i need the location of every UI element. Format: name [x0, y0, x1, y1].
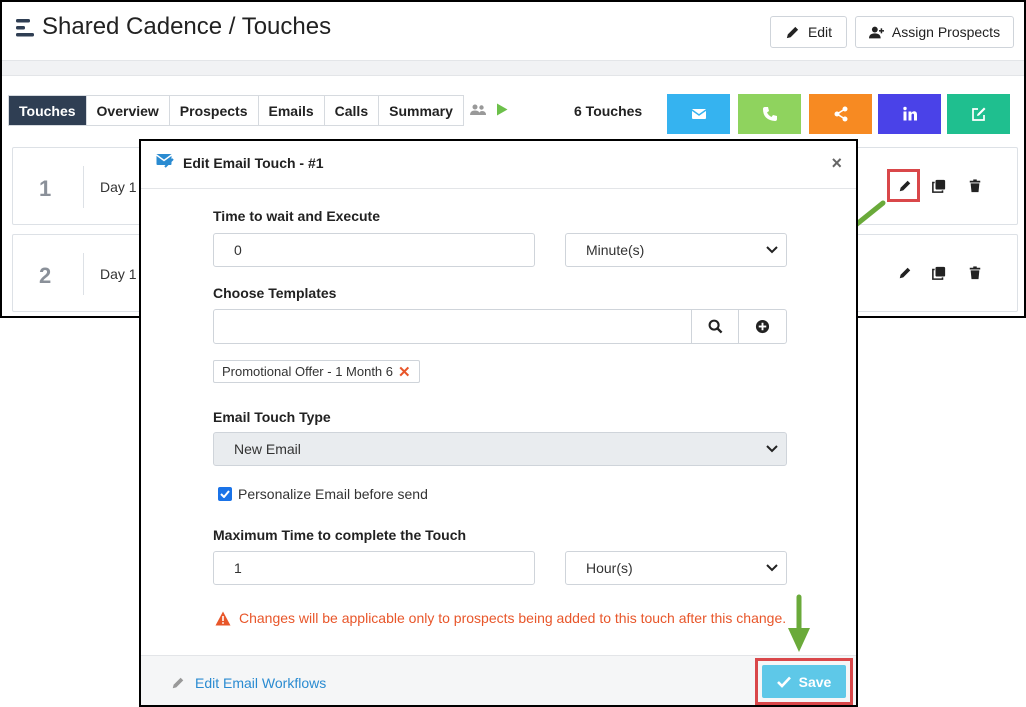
pencil-icon	[172, 677, 184, 689]
plus-circle-icon	[755, 319, 770, 334]
chevron-down-icon	[766, 445, 778, 453]
template-search-group	[213, 309, 787, 344]
assign-prospects-label: Assign Prospects	[891, 24, 1001, 40]
page-title: Shared Cadence / Touches	[42, 13, 332, 40]
max-time-unit-select[interactable]: Hour(s)	[565, 551, 787, 585]
tab-emails[interactable]: Emails	[258, 96, 325, 125]
edit-touch-button[interactable]	[896, 264, 914, 282]
assign-prospects-button[interactable]: Assign Prospects	[855, 16, 1014, 48]
edit-email-touch-modal: Edit Email Touch - #1 × Time to wait and…	[139, 139, 858, 707]
edit-square-icon	[971, 107, 985, 121]
tab-summary[interactable]: Summary	[379, 96, 463, 125]
add-email-touch-button[interactable]	[667, 94, 730, 134]
templates-label: Choose Templates	[213, 285, 337, 301]
touch-type-label: Email Touch Type	[213, 409, 331, 425]
row-divider	[83, 166, 84, 208]
save-highlight-box	[755, 658, 853, 705]
wait-label: Time to wait and Execute	[213, 208, 381, 224]
tab-calls[interactable]: Calls	[324, 96, 380, 125]
email-touch-icon	[156, 154, 174, 168]
header-divider-bar	[2, 60, 1024, 76]
search-icon	[708, 319, 722, 334]
pencil-icon	[786, 26, 799, 38]
tab-icons	[470, 103, 508, 116]
max-time-label: Maximum Time to complete the Touch	[213, 527, 467, 543]
tab-overview[interactable]: Overview	[86, 96, 170, 125]
touch-type-value: New Email	[234, 441, 301, 457]
max-time-unit-value: Hour(s)	[586, 560, 633, 576]
add-user-icon	[868, 26, 884, 38]
cadence-logo-icon	[16, 19, 34, 37]
pencil-icon	[899, 267, 911, 279]
touch-number: 1	[39, 176, 52, 201]
cadence-tabs: Touches Overview Prospects Emails Calls …	[8, 95, 464, 126]
trash-icon	[969, 179, 981, 193]
edit-email-workflows-link[interactable]: Edit Email Workflows	[171, 675, 326, 691]
add-linkedin-touch-button[interactable]	[878, 94, 941, 134]
personalize-checkbox[interactable]	[218, 487, 232, 501]
add-call-touch-button[interactable]	[738, 94, 801, 134]
copy-icon	[932, 179, 946, 193]
modal-header: Edit Email Touch - #1 ×	[141, 141, 856, 189]
add-share-touch-button[interactable]	[809, 94, 872, 134]
touch-day: Day 1	[100, 179, 137, 195]
warning-text: Changes will be applicable only to prosp…	[239, 610, 787, 626]
envelope-icon	[691, 109, 706, 119]
wait-time-input[interactable]: 0	[213, 233, 535, 267]
copy-touch-button[interactable]	[930, 264, 948, 282]
checkmark-icon	[220, 490, 230, 498]
edit-cadence-button[interactable]: Edit	[770, 16, 847, 48]
row-divider	[83, 253, 84, 295]
edit-button-label: Edit	[807, 24, 833, 40]
touch-number: 2	[39, 263, 52, 288]
linkedin-icon	[902, 106, 917, 121]
remove-template-icon[interactable]: ✕	[398, 363, 411, 381]
share-icon	[834, 106, 847, 122]
play-icon[interactable]	[496, 103, 508, 116]
modal-title: Edit Email Touch - #1	[183, 155, 324, 171]
phone-icon	[762, 107, 777, 121]
max-time-input[interactable]: 1	[213, 551, 535, 585]
delete-touch-button[interactable]	[966, 264, 984, 282]
copy-touch-button[interactable]	[930, 177, 948, 195]
selected-template-chip: Promotional Offer - 1 Month 6 ✕	[213, 360, 420, 383]
top-bar: Shared Cadence / Touches Edit Assign Pro…	[2, 2, 1024, 60]
users-icon[interactable]	[470, 104, 486, 116]
close-icon[interactable]: ×	[831, 153, 842, 174]
selected-template-name: Promotional Offer - 1 Month 6	[222, 364, 394, 379]
workflows-link-label: Edit Email Workflows	[195, 675, 327, 691]
delete-touch-button[interactable]	[966, 177, 984, 195]
wait-unit-value: Minute(s)	[586, 242, 645, 258]
edit-highlight-box	[887, 169, 920, 202]
touch-day: Day 1	[100, 266, 137, 282]
chevron-down-icon	[766, 564, 778, 572]
copy-icon	[932, 266, 946, 280]
add-task-touch-button[interactable]	[947, 94, 1010, 134]
wait-unit-select[interactable]: Minute(s)	[565, 233, 787, 267]
personalize-label: Personalize Email before send	[238, 486, 428, 502]
search-template-button[interactable]	[692, 310, 739, 343]
template-search-input[interactable]	[214, 310, 692, 343]
touch-type-select[interactable]: New Email	[213, 432, 787, 466]
change-warning: Changes will be applicable only to prosp…	[215, 610, 786, 626]
annotation-arrow-icon	[788, 594, 810, 652]
tab-prospects[interactable]: Prospects	[169, 96, 259, 125]
touch-count: 6 Touches	[574, 103, 643, 119]
trash-icon	[969, 266, 981, 280]
modal-footer: Edit Email Workflows Save	[141, 655, 856, 705]
add-template-button[interactable]	[739, 310, 786, 343]
chevron-down-icon	[766, 246, 778, 254]
tab-touches[interactable]: Touches	[9, 96, 87, 125]
warning-icon	[215, 611, 231, 625]
